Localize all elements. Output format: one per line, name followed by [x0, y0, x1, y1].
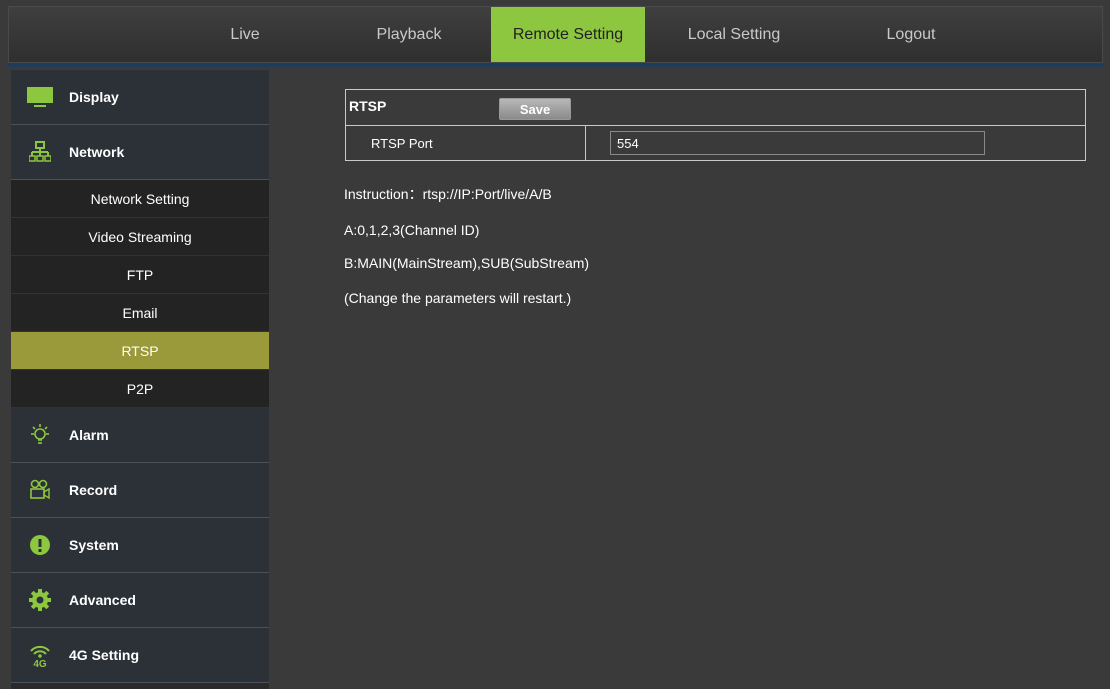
tab-local-setting[interactable]: Local Setting — [679, 7, 789, 62]
top-nav-bar: Live Playback Remote Setting Local Setti… — [8, 6, 1103, 63]
tab-live[interactable]: Live — [205, 7, 285, 62]
tab-playback[interactable]: Playback — [365, 7, 453, 62]
sidebar-item-advanced[interactable]: Advanced — [11, 573, 269, 628]
section-title: RTSP — [349, 98, 387, 114]
sidebar-item-network[interactable]: Network — [11, 125, 269, 180]
rtsp-table-header: RTSP Save — [346, 90, 1085, 126]
instruction-text: Instruction：rtsp://IP:Port/live/A/B — [344, 186, 552, 202]
restart-note-text: (Change the parameters will restart.) — [344, 290, 572, 306]
alert-icon — [25, 532, 55, 558]
gear-icon — [25, 587, 55, 613]
rtsp-settings-table: RTSP Save RTSP Port — [345, 89, 1086, 161]
svg-text:4G: 4G — [33, 659, 47, 668]
rtsp-port-input[interactable] — [610, 131, 985, 155]
stream-type-text: B:MAIN(MainStream),SUB(SubStream) — [344, 255, 590, 271]
sidebar-item-label: Network — [69, 144, 125, 160]
sidebar-subitem-video-streaming[interactable]: Video Streaming — [11, 218, 269, 256]
save-button[interactable]: Save — [499, 98, 571, 120]
sidebar-item-label: Advanced — [69, 592, 136, 608]
sidebar-item-label: Alarm — [69, 427, 109, 443]
video-camera-icon — [25, 477, 55, 503]
sidebar-subitem-email[interactable]: Email — [11, 294, 269, 332]
sidebar-subitem-network-setting[interactable]: Network Setting — [11, 180, 269, 218]
tab-remote-setting[interactable]: Remote Setting — [491, 7, 645, 62]
sidebar-subitem-p2p[interactable]: P2P — [11, 370, 269, 408]
bulb-icon — [25, 422, 55, 448]
sidebar-item-alarm[interactable]: Alarm — [11, 408, 269, 463]
sidebar-subitem-ftp[interactable]: FTP — [11, 256, 269, 294]
sidebar-item-label: Record — [69, 482, 118, 498]
tab-logout[interactable]: Logout — [871, 7, 951, 62]
network-icon — [25, 139, 55, 165]
sidebar-item-label: System — [69, 537, 119, 553]
nav-underline — [8, 63, 1103, 67]
signal-4g-icon: 4G — [25, 642, 55, 668]
monitor-icon — [25, 84, 55, 110]
channel-id-text: A:0,1,2,3(Channel ID) — [344, 222, 480, 238]
sidebar-item-label: 4G Setting — [69, 647, 140, 663]
rtsp-port-row: RTSP Port — [346, 126, 1085, 160]
sidebar-item-label: Display — [69, 89, 119, 105]
sidebar-subitem-rtsp[interactable]: RTSP — [11, 332, 269, 370]
rtsp-port-label: RTSP Port — [371, 136, 433, 151]
main-content: RTSP Save RTSP Port Instruction：rtsp://I… — [275, 70, 1110, 689]
sidebar: Display Network Network Setting Video St… — [11, 70, 269, 689]
sidebar-item-display[interactable]: Display — [11, 70, 269, 125]
column-divider — [585, 126, 586, 160]
sidebar-item-record[interactable]: Record — [11, 463, 269, 518]
sidebar-item-4g-setting[interactable]: 4G 4G Setting — [11, 628, 269, 683]
sidebar-item-system[interactable]: System — [11, 518, 269, 573]
